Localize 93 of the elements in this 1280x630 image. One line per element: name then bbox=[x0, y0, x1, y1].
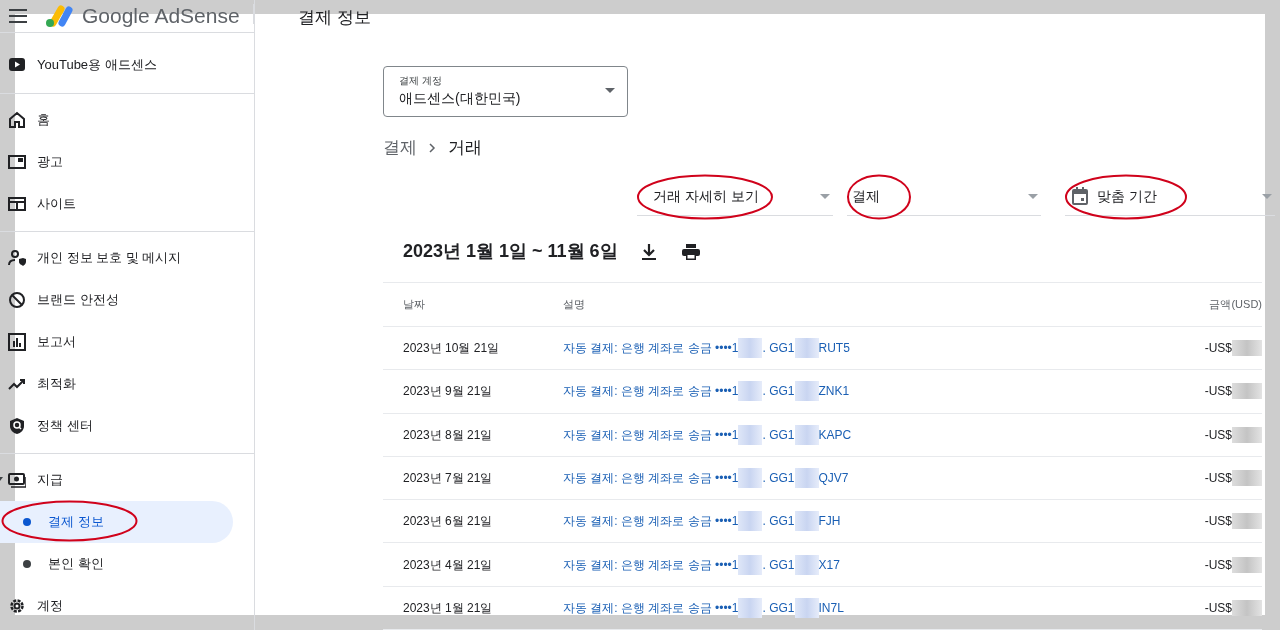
transaction-id: . GG1 bbox=[762, 513, 795, 531]
redaction-block bbox=[794, 511, 819, 532]
calendar-icon bbox=[1072, 187, 1088, 206]
block-icon bbox=[8, 290, 26, 309]
sidebar-subitem[interactable]: 본인 확인 bbox=[0, 542, 233, 585]
date-range-heading: 2023년 1월 1일 ~ 11월 6일 bbox=[403, 240, 618, 264]
redaction-block bbox=[1232, 513, 1262, 530]
transaction-id: QJV7 bbox=[818, 469, 849, 487]
settings-icon bbox=[8, 596, 26, 615]
money-icon bbox=[8, 470, 26, 489]
amount-cell-text: -US$ bbox=[1204, 599, 1232, 617]
dropdown-icon bbox=[820, 193, 830, 199]
sidebar-item[interactable]: 홈 bbox=[37, 109, 50, 130]
redaction-block bbox=[1232, 340, 1262, 357]
redaction-block bbox=[738, 511, 763, 532]
transaction-id: . GG1 bbox=[762, 599, 795, 617]
layout-icon bbox=[8, 194, 26, 213]
sidebar-item[interactable]: 개인 정보 보호 및 메시지 bbox=[37, 247, 182, 268]
filter-select[interactable]: 결제 bbox=[847, 177, 1041, 216]
logo-icon bbox=[44, 2, 74, 29]
table-cell-text: 2023년 10월 21일 bbox=[402, 340, 501, 358]
column-header[interactable]: 금액(USD) bbox=[1142, 296, 1262, 313]
chevron-right-icon bbox=[429, 143, 436, 154]
amount-cell-text: -US$ bbox=[1204, 469, 1232, 487]
transaction-id: FJH bbox=[818, 513, 841, 531]
ad-icon bbox=[8, 152, 26, 171]
sidebar-item[interactable]: 보고서 bbox=[37, 331, 76, 352]
amount-cell-text: -US$ bbox=[1204, 340, 1232, 358]
redaction-block bbox=[738, 424, 763, 445]
amount-cell-text: -US$ bbox=[1204, 556, 1232, 574]
transaction-id: ZNK1 bbox=[818, 383, 850, 401]
sidebar-item[interactable]: 지급 bbox=[37, 469, 63, 490]
account-select[interactable]: 결제 계정 애드센스(대한민국) bbox=[383, 66, 628, 118]
transaction-id: . GG1 bbox=[762, 383, 795, 401]
sidebar-item[interactable]: 브랜드 안전성 bbox=[37, 289, 119, 310]
transaction-link[interactable]: 자동 결제: 은행 계좌로 송금 ••••1 bbox=[563, 598, 739, 617]
amount-cell-text: -US$ bbox=[1204, 513, 1232, 531]
transaction-id: RUT5 bbox=[818, 340, 850, 358]
print-icon[interactable] bbox=[681, 243, 700, 260]
transaction-id: . GG1 bbox=[762, 469, 795, 487]
redaction-block bbox=[738, 467, 763, 488]
table-cell-text: 2023년 8월 21일 bbox=[402, 426, 494, 444]
table-cell-text: 2023년 9월 21일 bbox=[402, 383, 494, 401]
download-icon[interactable] bbox=[641, 243, 656, 260]
amount-cell-text: -US$ bbox=[1204, 383, 1232, 401]
menu-icon[interactable] bbox=[9, 8, 27, 23]
column-header[interactable]: 날짜 bbox=[383, 296, 563, 313]
transaction-link[interactable]: 자동 결제: 은행 계좌로 송금 ••••1 bbox=[563, 555, 739, 574]
redaction-block bbox=[794, 338, 819, 359]
breadcrumb-current: 거래 bbox=[448, 137, 482, 160]
bar-chart-icon bbox=[8, 332, 26, 351]
redaction-block bbox=[738, 338, 763, 359]
home-icon bbox=[8, 110, 26, 129]
table-cell-text: 2023년 1월 21일 bbox=[402, 599, 494, 617]
sidebar-item[interactable]: YouTube용 애드센스 bbox=[37, 54, 157, 75]
sidebar-item[interactable]: 사이트 bbox=[37, 193, 76, 214]
amount-cell-text: -US$ bbox=[1204, 426, 1232, 444]
sidebar-item[interactable]: 정책 센터 bbox=[37, 415, 93, 436]
sidebar-subitem[interactable]: 결제 정보 bbox=[0, 500, 233, 543]
redaction-block bbox=[794, 381, 819, 402]
table-cell-text: 2023년 6월 21일 bbox=[402, 513, 494, 531]
transaction-link[interactable]: 자동 결제: 은행 계좌로 송금 ••••1 bbox=[563, 425, 739, 444]
redaction-block bbox=[1232, 383, 1262, 400]
breadcrumb-link[interactable]: 결제 bbox=[383, 135, 417, 161]
bullet-icon bbox=[23, 559, 31, 568]
transaction-id: . GG1 bbox=[762, 426, 795, 444]
table-cell-text: 2023년 4월 21일 bbox=[402, 556, 494, 574]
filter-select[interactable]: 맞춤 기간 bbox=[1065, 177, 1275, 216]
transaction-id: . GG1 bbox=[762, 340, 795, 358]
transaction-id: IN7L bbox=[818, 599, 844, 617]
dropdown-icon bbox=[605, 88, 615, 94]
product-name: Google AdSense bbox=[82, 3, 240, 29]
sidebar-item[interactable]: 계정 bbox=[37, 595, 63, 616]
sidebar-item[interactable]: 광고 bbox=[37, 151, 63, 172]
filter-select[interactable]: 거래 자세히 보기 bbox=[637, 177, 833, 216]
dropdown-icon bbox=[1028, 193, 1038, 199]
redaction-block bbox=[738, 381, 763, 402]
dropdown-icon bbox=[1262, 193, 1272, 199]
transaction-link[interactable]: 자동 결제: 은행 계좌로 송금 ••••1 bbox=[563, 382, 739, 401]
sidebar-item[interactable]: 최적화 bbox=[37, 373, 76, 394]
table-cell-text: 2023년 7월 21일 bbox=[402, 469, 494, 487]
transaction-link[interactable]: 자동 결제: 은행 계좌로 송금 ••••1 bbox=[563, 468, 739, 487]
transaction-link[interactable]: 자동 결제: 은행 계좌로 송금 ••••1 bbox=[563, 339, 739, 358]
transaction-id: KAPC bbox=[818, 426, 852, 444]
bullet-icon bbox=[23, 517, 31, 526]
person-shield-icon bbox=[8, 248, 26, 267]
redaction-block bbox=[738, 597, 763, 618]
transaction-id: . GG1 bbox=[762, 556, 795, 574]
page-title: 결제 정보 bbox=[298, 7, 371, 30]
transaction-id: X17 bbox=[818, 556, 840, 574]
transaction-link[interactable]: 자동 결제: 은행 계좌로 송금 ••••1 bbox=[563, 512, 739, 531]
redaction-block bbox=[738, 554, 763, 575]
column-header[interactable]: 설명 bbox=[563, 296, 1142, 313]
